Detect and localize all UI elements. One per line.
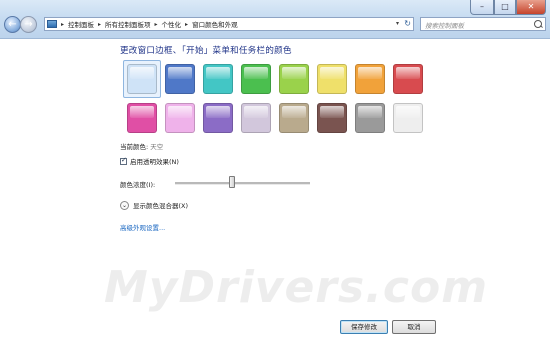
title-bar: – □ ✕ ← → ▸ 控制面板 ▸ 所有控制面板项 ▸ 个性化 ▸ 窗口颜色和… — [0, 0, 550, 39]
swatch-gloss — [244, 106, 268, 118]
cancel-button[interactable]: 取消 — [392, 320, 436, 334]
swatch-gloss — [320, 67, 344, 79]
transparency-label[interactable]: 启用透明效果(N) — [130, 156, 179, 166]
swatch-gloss — [130, 67, 154, 79]
close-button[interactable]: ✕ — [516, 0, 546, 15]
color-swatch[interactable] — [355, 64, 385, 94]
search-icon[interactable] — [534, 20, 542, 28]
color-swatch[interactable] — [165, 103, 195, 133]
breadcrumb-window-color[interactable]: 窗口颜色和外观 — [192, 19, 238, 29]
current-color-label: 当前颜色: — [120, 143, 149, 151]
swatch-gloss — [168, 67, 192, 79]
swatch-gloss — [396, 67, 420, 79]
search-input[interactable]: 搜索控制面板 — [425, 20, 464, 30]
save-button[interactable]: 保存修改 — [340, 320, 388, 334]
back-button[interactable]: ← — [4, 16, 21, 33]
color-swatch[interactable] — [241, 64, 271, 94]
swatch-gloss — [206, 106, 230, 118]
current-color: 当前颜色: 天空 — [120, 141, 163, 151]
breadcrumb-separator-icon: ▸ — [185, 20, 189, 28]
swatch-gloss — [206, 67, 230, 79]
color-swatch[interactable] — [317, 64, 347, 94]
color-swatch[interactable] — [279, 64, 309, 94]
breadcrumb-all-items[interactable]: 所有控制面板项 — [105, 19, 151, 29]
color-swatch[interactable] — [127, 64, 157, 94]
swatch-gloss — [130, 106, 154, 118]
control-panel-icon — [47, 20, 57, 28]
breadcrumb-separator-icon: ▸ — [61, 20, 65, 28]
maximize-icon: □ — [501, 2, 509, 11]
color-swatch[interactable] — [241, 103, 271, 133]
swatch-gloss — [358, 106, 382, 118]
current-color-value: 天空 — [150, 143, 164, 151]
minimize-icon: – — [480, 2, 484, 11]
maximize-button[interactable]: □ — [494, 0, 516, 15]
color-mixer-toggle[interactable]: ⌄ 显示颜色混合器(X) — [120, 200, 188, 210]
breadcrumb-separator-icon: ▸ — [98, 20, 102, 28]
transparency-option[interactable]: 启用透明效果(N) — [120, 156, 179, 166]
color-swatch[interactable] — [203, 64, 233, 94]
color-intensity-slider[interactable] — [175, 182, 310, 185]
swatch-gloss — [358, 67, 382, 79]
color-swatch[interactable] — [127, 103, 157, 133]
swatch-gloss — [320, 106, 344, 118]
swatch-gloss — [282, 106, 306, 118]
minimize-button[interactable]: – — [470, 0, 494, 15]
swatch-gloss — [168, 106, 192, 118]
color-swatch[interactable] — [393, 64, 423, 94]
color-swatch[interactable] — [279, 103, 309, 133]
forward-arrow-icon: → — [24, 19, 33, 30]
breadcrumb-personalization[interactable]: 个性化 — [162, 19, 182, 29]
transparency-checkbox[interactable] — [120, 156, 127, 165]
watermark: MyDrivers.com — [104, 262, 489, 313]
advanced-appearance-link[interactable]: 高级外观设置... — [120, 222, 165, 232]
breadcrumb-separator-icon: ▸ — [154, 20, 158, 28]
color-swatch[interactable] — [393, 103, 423, 133]
close-icon: ✕ — [527, 2, 535, 11]
search-box[interactable]: 搜索控制面板 — [420, 17, 546, 31]
color-swatch[interactable] — [165, 64, 195, 94]
color-mixer-label[interactable]: 显示颜色混合器(X) — [133, 200, 188, 210]
color-swatch[interactable] — [317, 103, 347, 133]
swatch-gloss — [282, 67, 306, 79]
back-arrow-icon: ← — [8, 19, 17, 30]
forward-button[interactable]: → — [20, 16, 37, 33]
refresh-icon[interactable]: ↻ — [404, 19, 411, 28]
address-bar[interactable]: ▸ 控制面板 ▸ 所有控制面板项 ▸ 个性化 ▸ 窗口颜色和外观 ▾ ↻ — [44, 17, 414, 31]
color-swatch[interactable] — [355, 103, 385, 133]
slider-thumb[interactable] — [228, 176, 235, 188]
chevron-down-icon[interactable]: ⌄ — [120, 200, 129, 210]
swatch-gloss — [396, 106, 420, 118]
swatch-gloss — [244, 67, 268, 79]
address-dropdown-icon[interactable]: ▾ — [396, 20, 399, 27]
color-intensity-label: 颜色浓度(I): — [120, 181, 156, 189]
color-swatch[interactable] — [203, 103, 233, 133]
breadcrumb-control-panel[interactable]: 控制面板 — [68, 19, 94, 29]
page-title: 更改窗口边框、「开始」菜单和任务栏的颜色 — [120, 46, 292, 56]
